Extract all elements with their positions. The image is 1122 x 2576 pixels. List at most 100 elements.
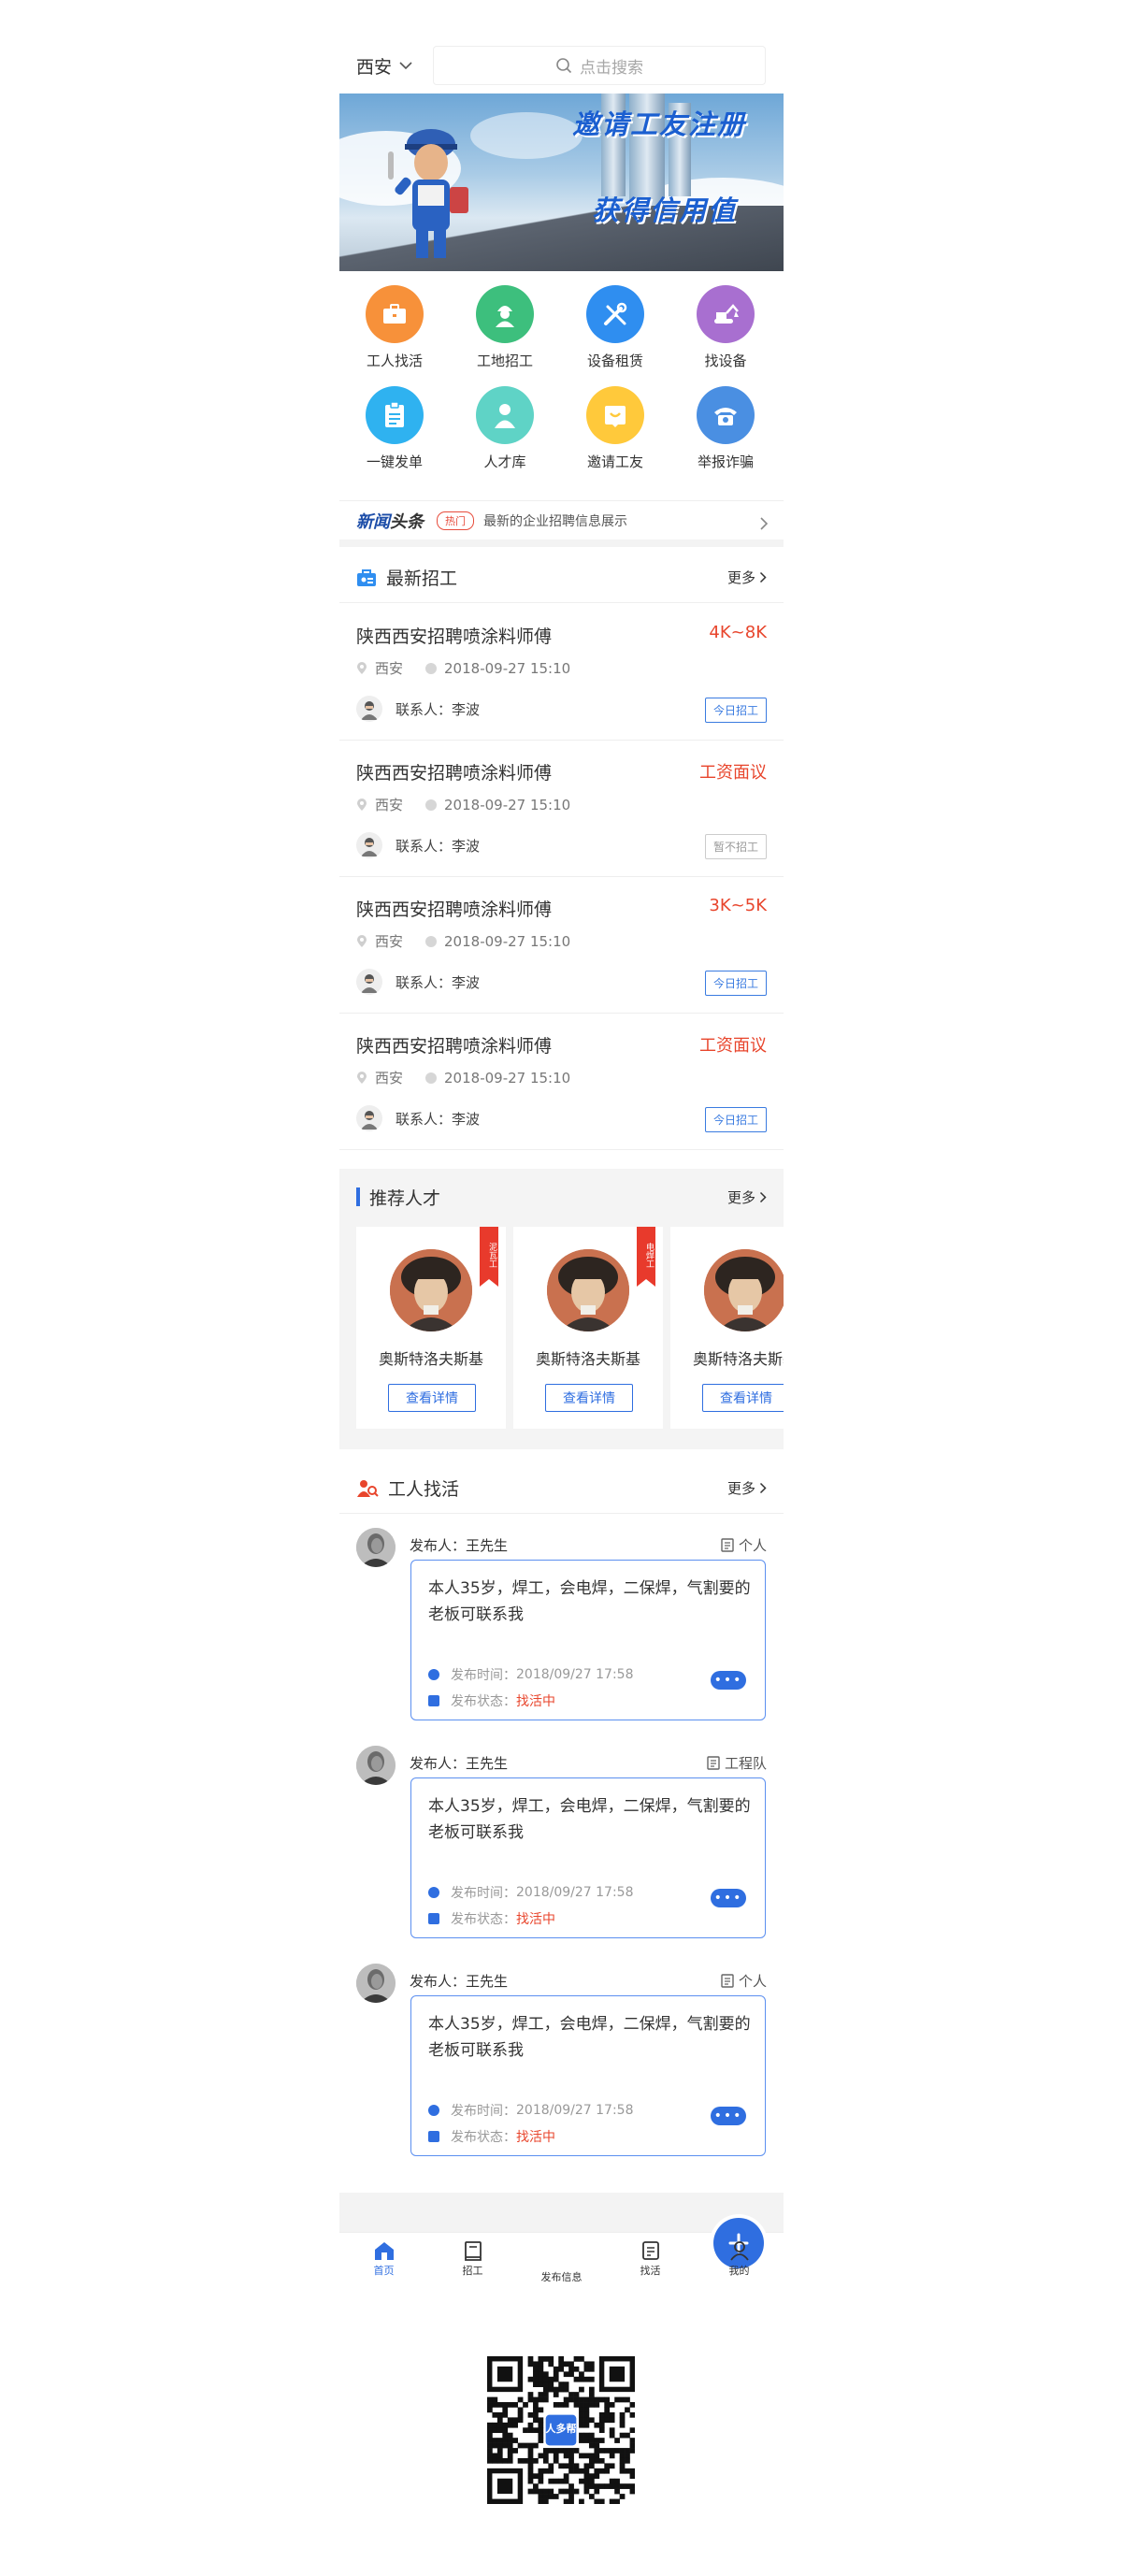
grid-item-site-hiring[interactable]: 工地招工	[450, 285, 560, 370]
talent-card[interactable]: 电焊工 奥斯特洛夫斯基 查看详情	[513, 1227, 663, 1429]
post-status-row: 发布状态： 找活中	[428, 1691, 555, 1710]
grid-item-find-work[interactable]: 工人找活	[339, 285, 450, 370]
talent-photo	[390, 1249, 472, 1331]
book-icon	[464, 2241, 482, 2261]
grid-label: 邀请工友	[586, 453, 643, 470]
list-icon	[641, 2241, 659, 2260]
city-selector[interactable]: 西安	[356, 45, 412, 86]
publisher-name: 发布人：王先生	[410, 1537, 509, 1554]
job-row[interactable]: 陕西西安招聘喷涂料师傅 工资面议 西安 2018-09-27 15:10 联系人：李波 今…	[339, 1014, 784, 1150]
publisher-kind: 工程队	[707, 1753, 767, 1773]
view-details-button[interactable]: 查看详情	[545, 1384, 633, 1412]
jobs-more-link[interactable]: 更多	[727, 568, 767, 587]
job-salary: 4K~8K	[709, 623, 767, 642]
post-time: 2018/09/27 17:58	[516, 2103, 634, 2118]
tab-find-work[interactable]: 找活	[606, 2238, 695, 2278]
jobs-section-title: 最新招工	[386, 568, 458, 589]
post-status: 找活中	[516, 1912, 555, 1927]
top-bar: 西安 点击搜索	[339, 42, 784, 89]
search-placeholder: 点击搜索	[580, 58, 643, 78]
grid-item-find-equipment[interactable]: 找设备	[670, 285, 781, 370]
document-icon	[721, 1538, 734, 1552]
more-options-button[interactable]: •••	[711, 1889, 746, 1907]
chevron-down-icon	[399, 62, 412, 70]
app-screen: 西安 点击搜索 邀请工友注册 获得信用值 工人找活 工地招工 设备租赁 找设备 …	[339, 42, 784, 2281]
tab-profile[interactable]: 我的	[695, 2238, 784, 2278]
job-title: 陕西西安招聘喷涂料师傅	[356, 626, 553, 647]
post-status-row: 发布状态： 找活中	[428, 1909, 555, 1928]
avatar	[356, 832, 382, 858]
tab-hiring[interactable]: 招工	[428, 2238, 517, 2278]
post-card[interactable]: 本人35岁，焊工，会电焊，二保焊，气割要的老板可联系我 发布时间： 2018/09/…	[410, 1777, 766, 1938]
job-salary: 3K~5K	[709, 896, 767, 915]
more-options-button[interactable]: •••	[711, 2107, 746, 2125]
grid-item-quick-order[interactable]: 一键发单	[339, 386, 450, 471]
tab-publish[interactable]: 发布信息	[517, 2218, 764, 2281]
tab-home[interactable]: 首页	[339, 2238, 428, 2278]
grid-circle	[586, 285, 644, 343]
job-title: 陕西西安招聘喷涂料师傅	[356, 899, 553, 920]
home-icon	[374, 2242, 394, 2260]
worker-post[interactable]: 发布人：王先生 工程队本人35岁，焊工，会电焊，二保焊，气割要的老板可联系我 发布时…	[339, 1733, 784, 1950]
talent-more-link[interactable]: 更多	[727, 1187, 767, 1207]
post-card[interactable]: 本人35岁，焊工，会电焊，二保焊，气割要的老板可联系我 发布时间： 2018/09/…	[410, 1560, 766, 1720]
job-salary: 工资面议	[699, 763, 767, 783]
location-pin-icon	[357, 935, 367, 947]
grid-circle	[476, 386, 534, 444]
grid-item-talent-pool[interactable]: 人才库	[450, 386, 560, 471]
more-label: 更多	[726, 569, 755, 586]
worker-search-icon	[357, 1479, 379, 1497]
publisher-name: 发布人：王先生	[410, 1755, 509, 1772]
workers-section-title: 工人找活	[388, 1479, 460, 1500]
job-row[interactable]: 陕西西安招聘喷涂料师傅 工资面议 西安 2018-09-27 15:10 联系人：李波 暂…	[339, 741, 784, 877]
post-time: 2018/09/27 17:58	[516, 1667, 634, 1682]
post-time-row: 发布时间： 2018/09/27 17:58	[428, 2101, 634, 2120]
grid-circle	[476, 285, 534, 343]
worker-post[interactable]: 发布人：王先生 个人 本人35岁，焊工，会电焊，二保焊，气割要的老板可联系我 发布时间…	[339, 1950, 784, 2168]
job-meta: 西安 2018-09-27 15:10	[356, 795, 570, 814]
city-label: 西安	[356, 56, 393, 78]
workers-more-link[interactable]: 更多	[727, 1478, 767, 1498]
publisher-kind-label: 个人	[738, 1537, 767, 1554]
grid-label: 工人找活	[366, 353, 423, 369]
publisher-kind: 个人	[721, 1535, 767, 1555]
talent-card[interactable]: 奥斯特洛夫斯基查看详情	[670, 1227, 784, 1429]
job-time: 2018-09-27 15:10	[444, 932, 571, 950]
job-row[interactable]: 陕西西安招聘喷涂料师傅 3K~5K 西安 2018-09-27 15:10 联系人：李波…	[339, 877, 784, 1014]
view-details-button[interactable]: 查看详情	[388, 1384, 476, 1412]
talent-section: 推荐人才 更多 泥瓦工 奥斯特洛夫斯基 查看详情 电焊工 奥斯特洛夫斯基 查看详情 奥斯特洛…	[339, 1169, 784, 1449]
worker-post[interactable]: 发布人：王先生 个人本人35岁，焊工，会电焊，二保焊，气割要的老板可联系我 发布时间…	[339, 1515, 784, 1733]
grid-circle	[366, 285, 424, 343]
qr-code[interactable]: 人多帮	[487, 2356, 635, 2504]
clock-icon	[425, 1072, 438, 1084]
job-row[interactable]: 陕西西安招聘喷涂料师傅 4K~8K 西安 2018-09-27 15:10 联系人：李波…	[339, 604, 784, 741]
news-headline-bar[interactable]: 新闻头条 热门 最新的企业招聘信息展示	[339, 500, 784, 547]
avatar	[356, 696, 382, 722]
more-options-button[interactable]: •••	[711, 1671, 746, 1690]
grid-label: 工地招工	[476, 353, 533, 369]
publisher-name: 发布人：王先生	[410, 1973, 509, 1990]
job-contact: 联系人：李波	[356, 969, 480, 995]
search-input[interactable]: 点击搜索	[433, 46, 766, 85]
post-time-label: 发布时间：	[451, 1668, 516, 1683]
grid-item-report-fraud[interactable]: 举报诈骗	[670, 386, 781, 471]
avatar	[356, 1964, 396, 2003]
job-time: 2018-09-27 15:10	[444, 1069, 571, 1087]
post-time-label: 发布时间：	[451, 1886, 516, 1901]
contact-name: 联系人：李波	[396, 837, 481, 855]
chevron-right-icon	[759, 571, 767, 583]
talent-card[interactable]: 泥瓦工 奥斯特洛夫斯基 查看详情	[356, 1227, 506, 1429]
grid-label: 一键发单	[366, 453, 423, 470]
promo-banner[interactable]: 邀请工友注册 获得信用值	[339, 94, 784, 271]
clock-icon	[428, 1887, 439, 1898]
worker-mascot-icon	[388, 129, 468, 258]
grid-item-equipment-rent[interactable]: 设备租赁	[560, 285, 670, 370]
bottom-tab-bar: 首页 招工 发布信息 找活 我的	[339, 2218, 784, 2281]
view-details-button[interactable]: 查看详情	[702, 1384, 784, 1412]
post-card[interactable]: 本人35岁，焊工，会电焊，二保焊，气割要的老板可联系我 发布时间： 2018/09/…	[410, 1995, 766, 2156]
post-time-row: 发布时间： 2018/09/27 17:58	[428, 1883, 634, 1902]
grid-item-invite-friends[interactable]: 邀请工友	[560, 386, 670, 471]
hiring-section-icon	[357, 568, 376, 586]
contact-name: 联系人：李波	[396, 700, 481, 718]
job-title: 陕西西安招聘喷涂料师傅	[356, 1036, 553, 1057]
